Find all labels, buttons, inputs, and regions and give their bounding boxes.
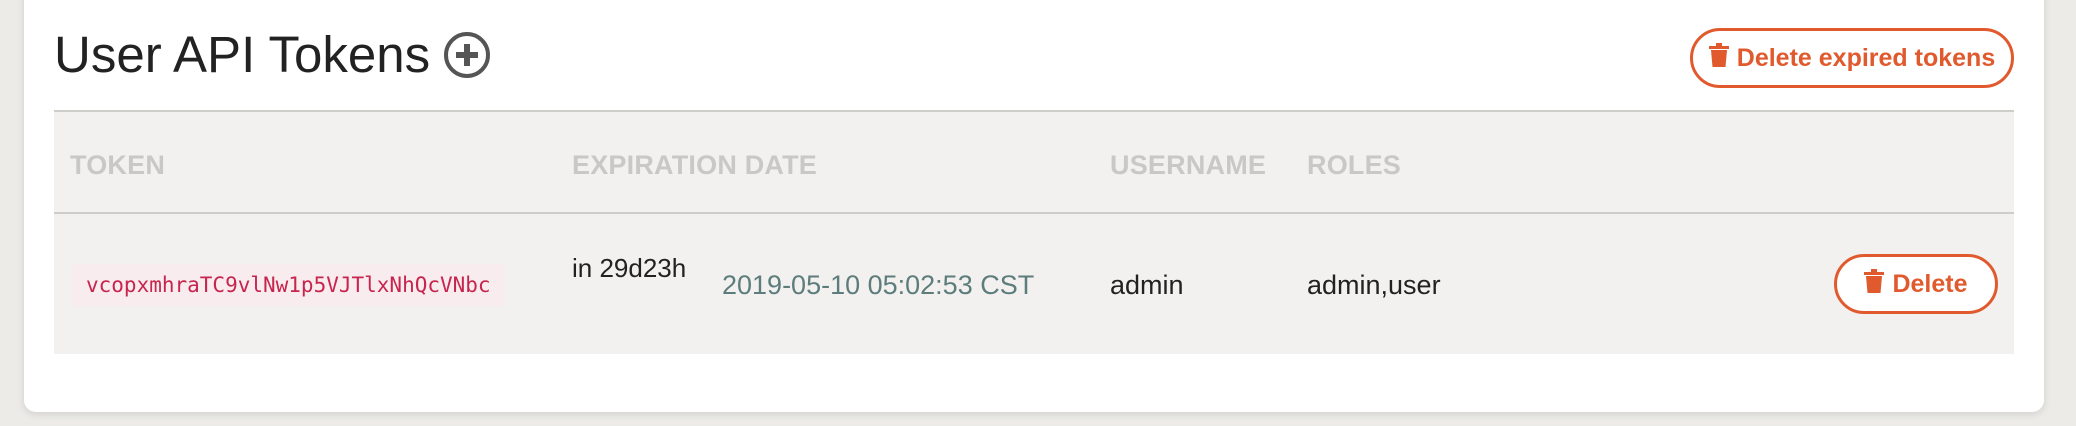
column-token: TOKEN: [70, 150, 166, 180]
column-roles: ROLES: [1307, 150, 1402, 180]
delete-expired-label: Delete expired tokens: [1736, 43, 1996, 72]
add-token-button[interactable]: [444, 32, 491, 78]
column-username: USERNAME: [1110, 150, 1267, 180]
expiration-date: 2019-05-10 05:02:53 CST: [722, 270, 1035, 300]
delete-token-label: Delete: [1892, 269, 1968, 298]
table-row: vcopxmhraTC9vlNw1p5VJTlxNhQcVNbc in 29d2…: [54, 214, 2014, 354]
roles: admin,user: [1307, 270, 1441, 300]
token-value: vcopxmhraTC9vlNw1p5VJTlxNhQcVNbc: [72, 264, 505, 306]
tokens-table: TOKEN EXPIRATION DATE USERNAME ROLES vco…: [54, 110, 2014, 354]
username: admin: [1110, 270, 1184, 300]
delete-token-button[interactable]: Delete: [1834, 254, 1998, 314]
plus-icon: [456, 44, 479, 66]
page-title-text: User API Tokens: [54, 26, 431, 83]
table-header: TOKEN EXPIRATION DATE USERNAME ROLES: [54, 110, 2014, 214]
trash-icon: [1864, 268, 1885, 300]
column-expiration-date: EXPIRATION DATE: [572, 150, 818, 180]
expiration-relative: in 29d23h: [572, 253, 687, 283]
trash-icon: [1708, 42, 1729, 74]
delete-expired-tokens-button[interactable]: Delete expired tokens: [1690, 28, 2014, 88]
page-title: User API Tokens: [54, 22, 491, 88]
